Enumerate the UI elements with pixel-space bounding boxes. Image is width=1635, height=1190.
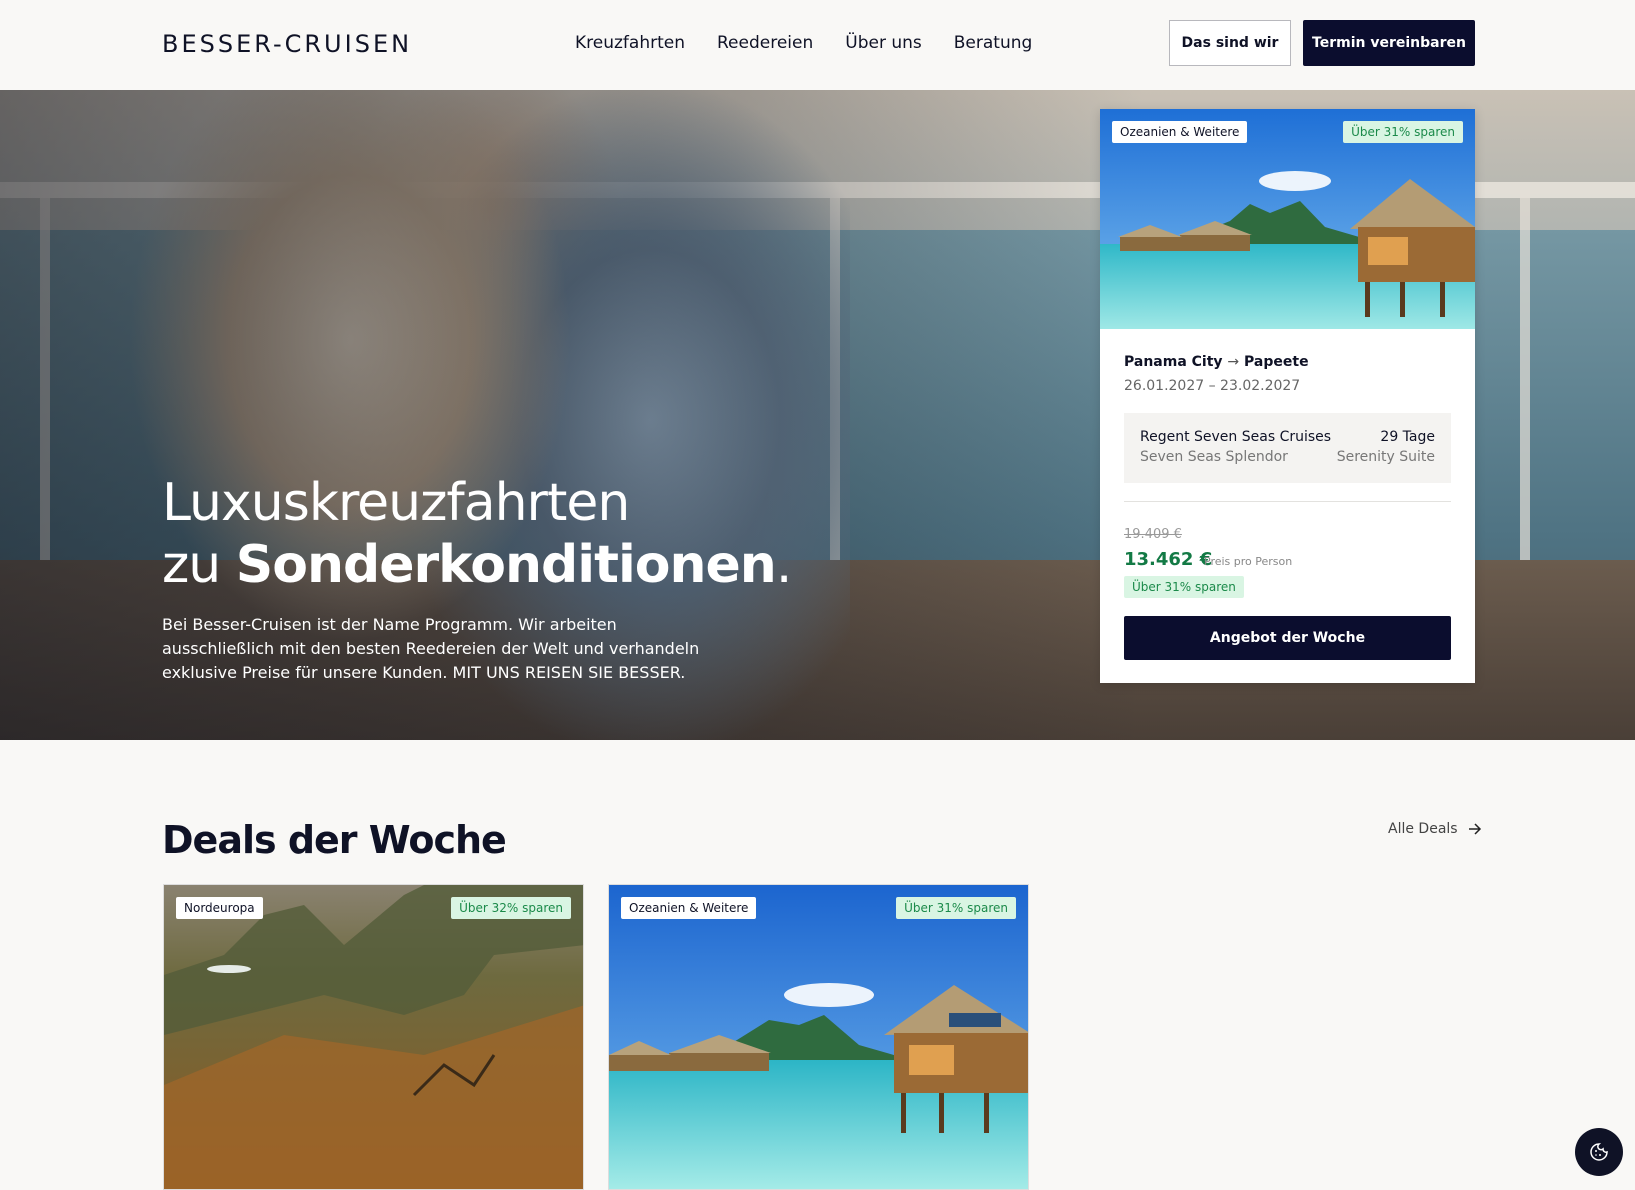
deals-heading: Deals der Woche	[162, 818, 507, 862]
route-arrow-icon: →	[1227, 354, 1240, 370]
suite-type: Serenity Suite	[1336, 449, 1435, 465]
hero-title-zu: zu	[162, 535, 236, 595]
weekly-offer-button[interactable]: Angebot der Woche	[1124, 616, 1451, 660]
about-us-button[interactable]: Das sind wir	[1169, 20, 1291, 66]
price-note: Preis pro Person	[1204, 555, 1293, 568]
arrow-right-icon	[1468, 823, 1481, 835]
offer-dates: 26.01.2027 – 23.02.2027	[1124, 378, 1301, 394]
divider	[1124, 501, 1451, 502]
main-nav: Kreuzfahrten Reedereien Über uns Beratun…	[575, 33, 1064, 53]
offer-route: Panama City → Papeete	[1124, 354, 1309, 370]
deal-region-tag: Ozeanien & Weitere	[621, 897, 757, 919]
deal-savings-badge: Über 32% sparen	[451, 897, 571, 919]
new-price: 13.462 €	[1124, 549, 1213, 570]
highlands-illustration	[164, 885, 583, 1189]
deal-savings-badge: Über 31% sparen	[896, 897, 1016, 919]
logo[interactable]: BESSER-CRUISEN	[162, 30, 412, 58]
savings-tag: Über 31% sparen	[1124, 576, 1244, 598]
cruise-line: Regent Seven Seas Cruises	[1140, 429, 1332, 445]
ship-name: Seven Seas Splendor	[1140, 449, 1288, 465]
deal-region-tag: Nordeuropa	[176, 897, 263, 919]
hero-title-line1: Luxuskreuzfahrten	[162, 473, 630, 533]
duration: 29 Tage	[1380, 429, 1435, 445]
appointment-button[interactable]: Termin vereinbaren	[1303, 20, 1475, 66]
site-header: BESSER-CRUISEN Kreuzfahrten Reedereien Ü…	[0, 0, 1635, 90]
hero-title-line2: zu Sonderkonditionen.	[162, 534, 793, 596]
hero-title-bold: Sonderkonditionen	[235, 535, 777, 595]
route-to: Papeete	[1244, 354, 1309, 370]
weekly-offer-card[interactable]: Ozeanien & Weitere Über 31% sparen Panam…	[1100, 109, 1475, 683]
old-price: 19.409 €	[1124, 527, 1182, 542]
hero-title-dot: .	[775, 535, 793, 595]
all-deals-label: Alle Deals	[1388, 821, 1458, 837]
all-deals-link[interactable]: Alle Deals	[1388, 821, 1482, 837]
offer-region-tag: Ozeanien & Weitere	[1112, 121, 1248, 143]
nav-beratung[interactable]: Beratung	[954, 33, 1033, 53]
hero-title: Luxuskreuzfahrten zu Sonderkonditionen.	[162, 472, 793, 596]
nav-ueber-uns[interactable]: Über uns	[845, 33, 922, 53]
deal-card-nordeuropa[interactable]: Nordeuropa Über 32% sparen	[163, 884, 584, 1190]
hero-description: Bei Besser-Cruisen ist der Name Programm…	[162, 615, 700, 682]
nav-kreuzfahrten[interactable]: Kreuzfahrten	[575, 33, 685, 53]
offer-savings-badge: Über 31% sparen	[1343, 121, 1463, 143]
deal-card-ozeanien[interactable]: Ozeanien & Weitere Über 31% sparen	[608, 884, 1029, 1190]
cookie-settings-button[interactable]	[1575, 1128, 1623, 1176]
nav-reedereien[interactable]: Reedereien	[717, 33, 813, 53]
offer-details: Regent Seven Seas Cruises Seven Seas Spl…	[1124, 413, 1451, 483]
bora-bora-illustration	[609, 885, 1028, 1189]
cookie-icon	[1590, 1143, 1608, 1161]
route-from: Panama City	[1124, 354, 1223, 370]
